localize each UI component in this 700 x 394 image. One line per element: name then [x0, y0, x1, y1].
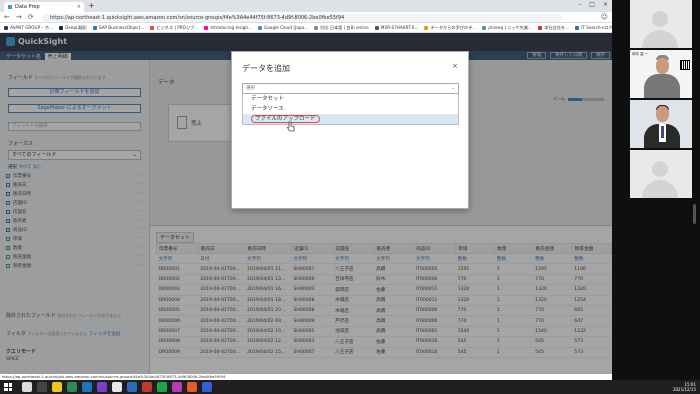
bookmark-item[interactable]: Google Cloud (Japa... [258, 25, 308, 30]
bookmark-item[interactable]: DeepL翻訳 [59, 25, 87, 31]
minimize-icon[interactable]: – [578, 1, 581, 8]
bookmark-item[interactable]: データからの学びのデ... [424, 25, 476, 31]
taskbar-app-icon[interactable] [112, 382, 122, 392]
taskbar-app-icon[interactable] [82, 382, 92, 392]
taskbar-app-icon[interactable] [22, 382, 32, 392]
bookmark-item[interactable]: 対応 日本語 | 白Bi online [314, 25, 369, 31]
video-tile-presenter[interactable]: 岡本 直一 [630, 50, 692, 98]
bookmark-favicon-icon [92, 25, 97, 30]
maximize-icon[interactable]: □ [589, 1, 595, 8]
taskbar: 15:01 2021/12/15 [0, 380, 700, 394]
person-image [656, 106, 669, 122]
video-panel: 岡本 直一 [612, 0, 700, 380]
windows-start-icon[interactable] [4, 383, 12, 391]
person-image [656, 58, 669, 74]
add-data-options: データセット データソース ファイルのアップロード [242, 94, 459, 125]
qr-code-icon [680, 60, 690, 70]
bookmark-item[interactable]: ビジネス | PROジブ... [150, 25, 198, 31]
add-data-dialog: データを追加 × 選択 ⌄ データセット データソース ファイルのアップロード [231, 51, 469, 209]
bookmark-item[interactable]: 本社会社を... [538, 25, 569, 31]
dialog-title: データを追加 [242, 64, 290, 73]
bookmark-favicon-icon [150, 25, 155, 30]
bookmark-favicon-icon [4, 25, 8, 30]
taskbar-app-icon[interactable] [202, 382, 212, 392]
bookmark-item[interactable]: Introducing Insigh... [204, 25, 252, 30]
taskbar-app-icon[interactable] [142, 382, 152, 392]
avatar-icon [652, 161, 668, 177]
bookmark-favicon-icon [482, 25, 487, 30]
address-bar: ← → ⟳ https://ap-northeast-1.quicksight.… [0, 12, 612, 23]
participant-name: 岡本 直一 [632, 52, 648, 56]
close-window-icon[interactable]: × [603, 1, 608, 8]
taskbar-app-icon[interactable] [127, 382, 137, 392]
bookmarks-bar: AVANT GROUP – ホ... DeepL翻訳 SAP BusinessObj… [0, 23, 612, 33]
avatar-icon [652, 11, 668, 27]
taskbar-app-icon[interactable] [52, 382, 62, 392]
taskbar-app-icon[interactable] [157, 382, 167, 392]
bookmark-favicon-icon [59, 25, 64, 30]
taskbar-app-icon[interactable] [97, 382, 107, 392]
bookmark-favicon-icon [575, 25, 580, 30]
bookmark-favicon-icon [204, 25, 209, 30]
add-data-select[interactable]: 選択 ⌄ [242, 83, 459, 94]
bookmark-favicon-icon [374, 25, 379, 30]
taskbar-app-icon[interactable] [187, 382, 197, 392]
bookmark-item[interactable]: MXR-S7HAKRT-X... [374, 25, 418, 30]
taskbar-apps [22, 382, 212, 392]
dialog-option[interactable]: データソース [243, 104, 458, 114]
close-icon[interactable]: × [452, 62, 458, 70]
video-tile-1[interactable] [630, 0, 692, 48]
reload-icon[interactable]: ⟳ [28, 13, 34, 21]
bookmark-item[interactable]: phreeq | ニッケ究業... [482, 25, 532, 31]
back-icon[interactable]: ← [4, 13, 10, 21]
profile-icon[interactable]: ☺ [601, 13, 608, 21]
bookmark-item[interactable]: IT Search+ログ... [575, 25, 612, 31]
bookmark-favicon-icon [258, 25, 262, 30]
browser-tabstrip: Data Prep × + – □ × [0, 0, 612, 12]
window-controls: – □ × [578, 1, 608, 8]
forward-icon[interactable]: → [16, 13, 22, 21]
video-tile-3[interactable] [630, 100, 692, 148]
taskbar-app-icon[interactable] [67, 382, 77, 392]
dialog-option[interactable]: ファイルのアップロード [243, 114, 458, 124]
url-field[interactable]: https://ap-northeast-1.quicksight.aws.am… [42, 13, 562, 22]
clock: 15:01 2021/12/15 [672, 382, 696, 392]
bookmark-favicon-icon [314, 25, 319, 30]
close-tab-icon[interactable]: × [77, 4, 81, 10]
chevron-down-icon: ⌄ [451, 86, 455, 91]
taskbar-app-icon[interactable] [37, 382, 47, 392]
tab-data-prep[interactable]: Data Prep × [4, 2, 84, 12]
taskbar-app-icon[interactable] [172, 382, 182, 392]
page-favicon-icon [8, 5, 12, 9]
bookmark-item[interactable]: SAP BusinessObject... [92, 25, 144, 30]
dialog-option[interactable]: データセット [243, 94, 458, 104]
hand-cursor-icon [287, 121, 295, 132]
bookmark-favicon-icon [538, 25, 543, 30]
new-tab-icon[interactable]: + [88, 1, 95, 10]
video-scrollbar[interactable] [693, 204, 696, 224]
tab-title: Data Prep [15, 4, 40, 10]
video-tile-4[interactable] [630, 150, 692, 198]
bookmark-item[interactable]: AVANT GROUP – ホ... [4, 25, 53, 31]
bookmark-favicon-icon [424, 25, 429, 30]
